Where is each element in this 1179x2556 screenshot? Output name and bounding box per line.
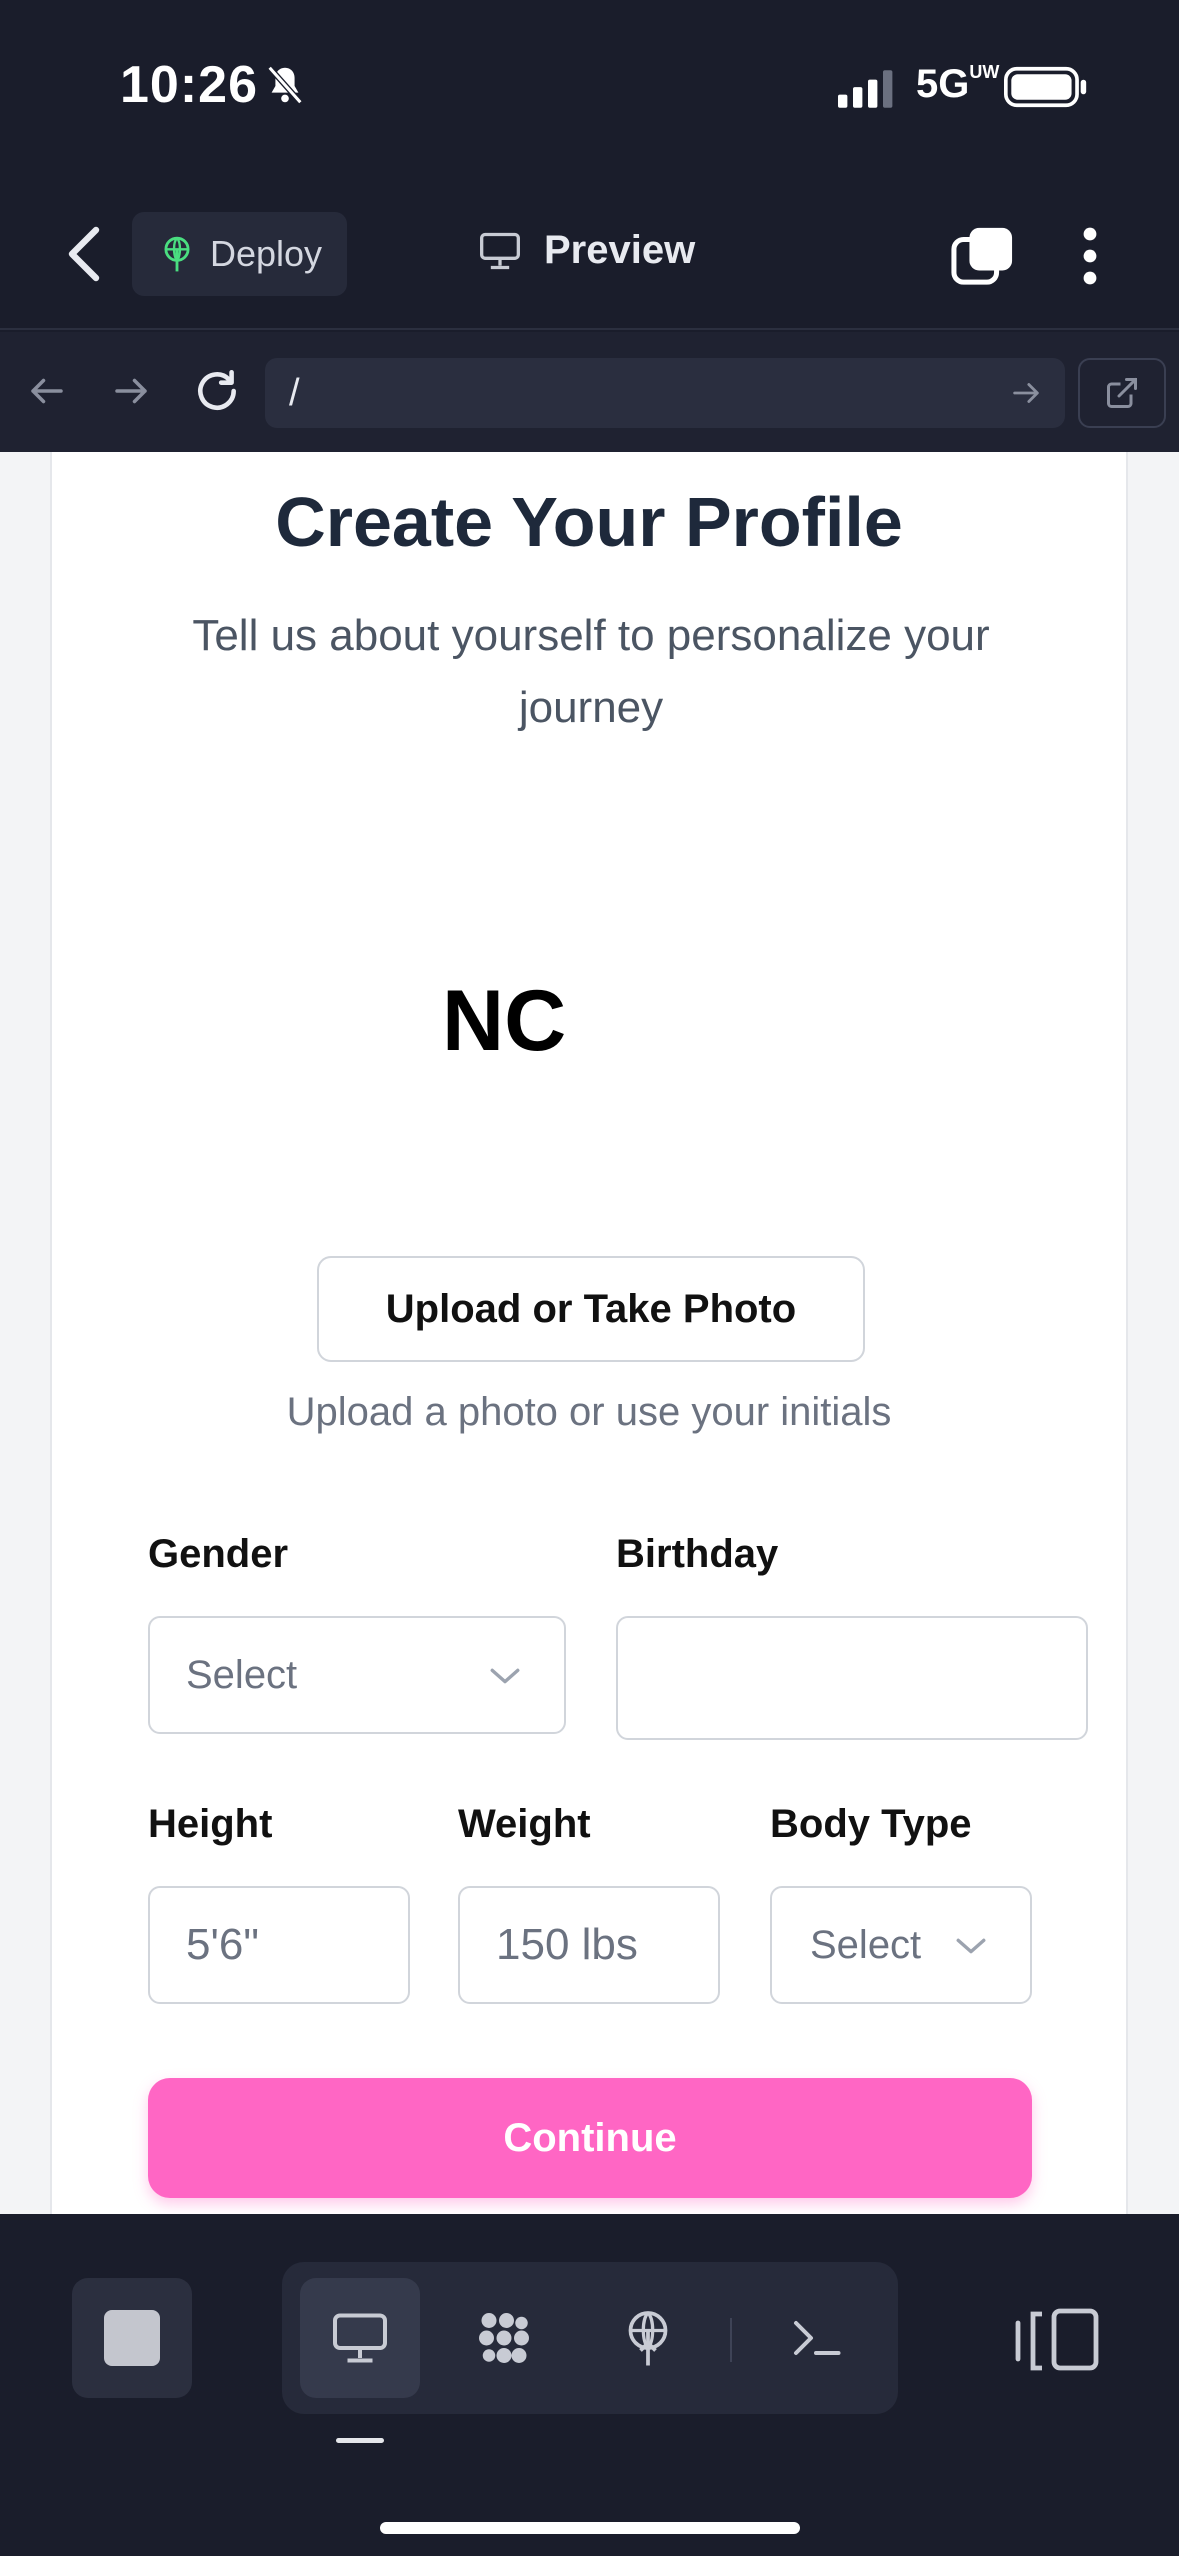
deploy-icon <box>628 2311 668 2366</box>
signal-icon <box>838 70 893 108</box>
deploy-icon <box>164 236 190 272</box>
height-label: Height <box>148 1802 273 1846</box>
page-title: Create Your Profile <box>275 483 903 561</box>
preview-title: Preview <box>544 228 696 272</box>
go-arrow-icon[interactable] <box>1009 376 1043 410</box>
app-bar: Deploy Preview <box>0 180 1179 330</box>
page-subtitle: Tell us about yourself to personalize yo… <box>192 611 990 732</box>
nav-forward-icon[interactable] <box>110 370 152 412</box>
bottom-toolbar <box>0 2214 1179 2556</box>
stop-icon <box>104 2310 160 2366</box>
url-bar: / <box>0 332 1179 452</box>
preview-tab[interactable]: Preview <box>478 228 695 273</box>
deploy-tab[interactable] <box>588 2278 708 2398</box>
more-vertical-icon[interactable] <box>1070 224 1110 288</box>
reload-icon[interactable] <box>192 366 242 416</box>
body-type-label: Body Type <box>770 1802 972 1846</box>
desktop-tab[interactable] <box>300 2278 420 2398</box>
gender-select-value: Select <box>186 1652 298 1697</box>
home-indicator[interactable] <box>380 2522 800 2534</box>
height-field[interactable]: 5'6" <box>148 1886 410 2004</box>
height-placeholder: 5'6" <box>186 1920 259 1969</box>
deploy-label: Deploy <box>210 233 323 274</box>
active-tab-indicator <box>336 2438 384 2443</box>
gender-select[interactable]: Select <box>148 1616 566 1734</box>
windows-icon[interactable] <box>950 224 1016 286</box>
weight-placeholder: 150 lbs <box>496 1920 638 1969</box>
terminal-icon <box>794 2321 841 2355</box>
birthday-field[interactable] <box>616 1616 1088 1740</box>
back-chevron-icon[interactable] <box>60 222 108 286</box>
upload-hint: Upload a photo or use your initials <box>286 1390 892 1434</box>
weight-label: Weight <box>458 1802 591 1846</box>
open-external-button[interactable] <box>1078 358 1166 428</box>
status-time: 10:26 <box>120 56 258 114</box>
apps-tab[interactable] <box>444 2278 564 2398</box>
body-type-select[interactable]: Select <box>770 1886 1032 2004</box>
status-bar: 10:26 5GUW <box>0 0 1179 180</box>
upload-photo-button[interactable]: Upload or Take Photo <box>317 1256 865 1362</box>
url-text: / <box>289 372 300 414</box>
bell-muted-icon <box>267 65 303 105</box>
weight-field[interactable]: 150 lbs <box>458 1886 720 2004</box>
nav-back-icon[interactable] <box>26 370 68 412</box>
deploy-button[interactable]: Deploy <box>132 212 347 296</box>
network-label: 5GUW <box>916 62 1000 106</box>
battery-icon <box>1004 66 1087 108</box>
layout-button[interactable] <box>1000 2278 1120 2398</box>
body-type-select-value: Select <box>810 1922 922 1967</box>
tool-group <box>282 2262 898 2414</box>
chevron-down-icon <box>490 1668 520 1684</box>
avatar-initials: NC <box>442 973 567 1069</box>
birthday-label: Birthday <box>616 1532 779 1576</box>
url-input[interactable]: / <box>265 358 1065 428</box>
profile-card: Create Your Profile Tell us about yourse… <box>50 452 1128 2214</box>
toolbar-divider <box>730 2318 732 2362</box>
continue-button[interactable]: Continue <box>148 2078 1032 2198</box>
apps-icon <box>479 2313 529 2363</box>
monitor-icon <box>480 232 520 269</box>
gender-label: Gender <box>148 1532 289 1576</box>
external-link-icon <box>1107 378 1137 408</box>
chevron-down-icon <box>956 1938 986 1954</box>
desktop-icon <box>333 2313 387 2363</box>
terminal-tab[interactable] <box>756 2278 876 2398</box>
layout-icon <box>1015 2308 1099 2371</box>
stop-button[interactable] <box>72 2278 192 2398</box>
preview-viewport[interactable]: Create Your Profile Tell us about yourse… <box>0 452 1179 2214</box>
